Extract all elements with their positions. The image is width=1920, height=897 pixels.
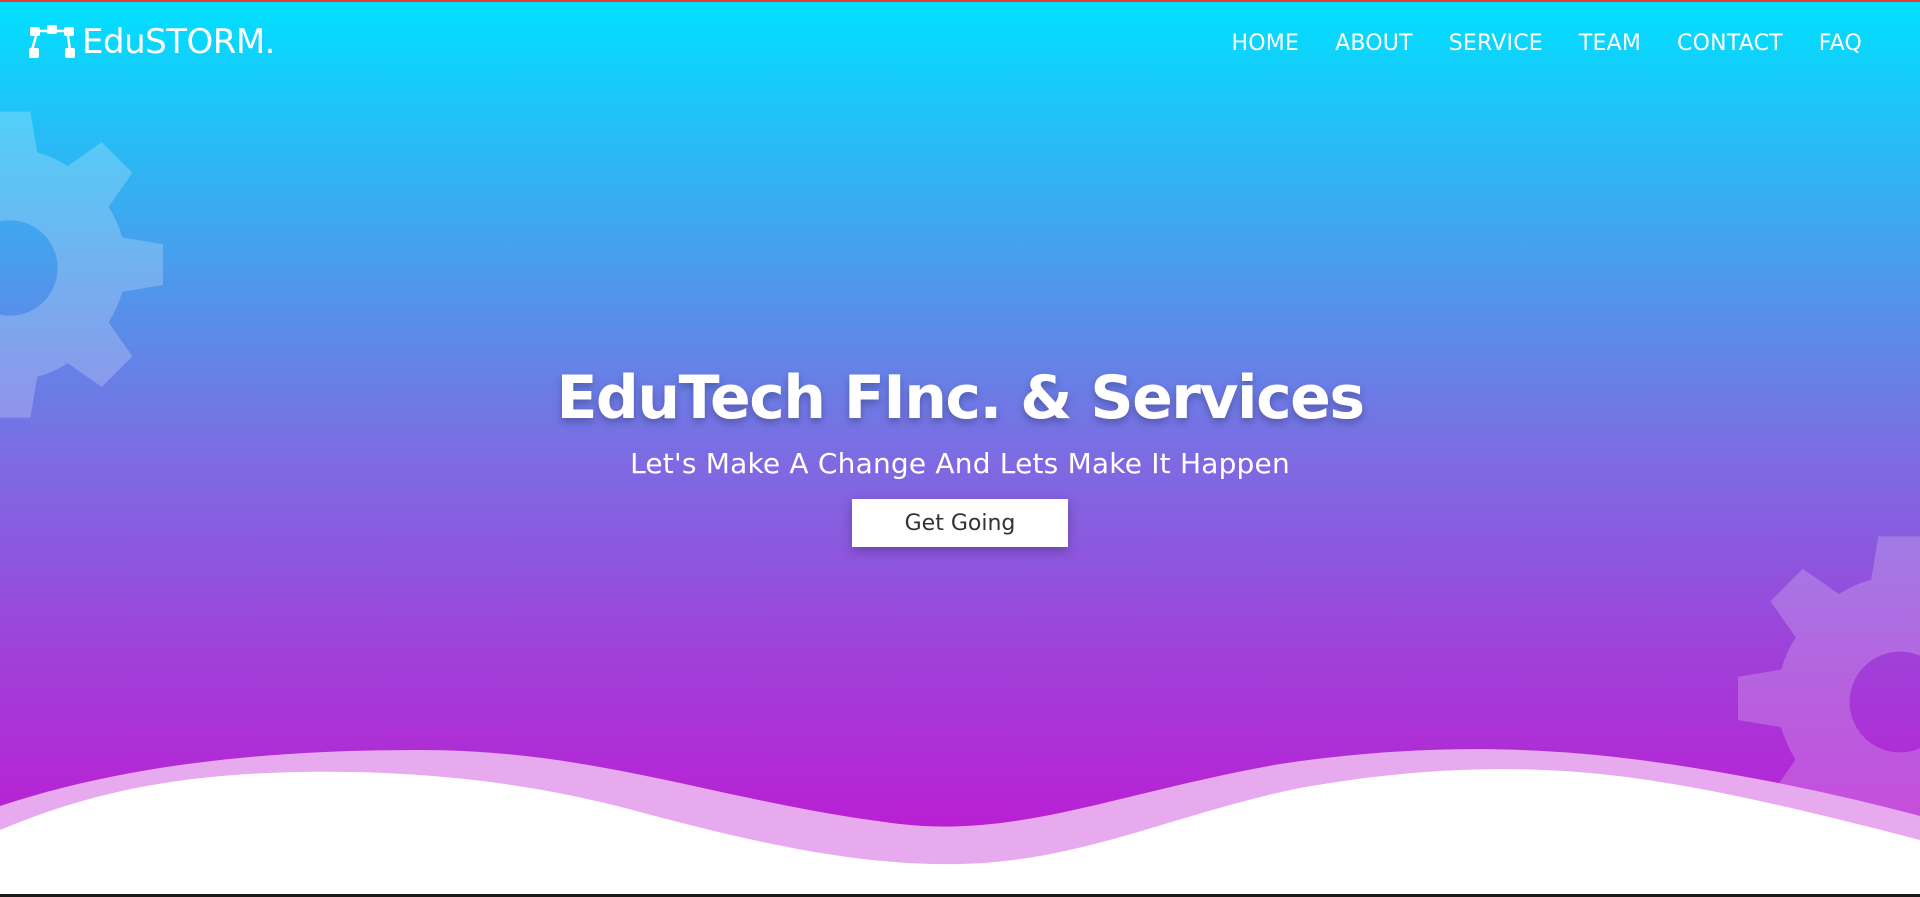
landing-page: EduSTORM. HOME ABOUT SERVICE TEAM CONTAC… xyxy=(0,0,1920,894)
brand-logo-link[interactable]: EduSTORM. xyxy=(28,20,276,64)
main-nav: HOME ABOUT SERVICE TEAM CONTACT FAQ xyxy=(1214,28,1880,60)
navbar: EduSTORM. HOME ABOUT SERVICE TEAM CONTAC… xyxy=(0,2,1920,86)
nav-item-team[interactable]: TEAM xyxy=(1561,28,1659,60)
nav-item-home[interactable]: HOME xyxy=(1214,28,1318,60)
nav-item-faq[interactable]: FAQ xyxy=(1801,28,1880,60)
brand-name: EduSTORM. xyxy=(82,22,276,62)
top-accent-line xyxy=(0,0,1920,2)
hero-bottom-wave xyxy=(0,749,1920,894)
nav-item-service[interactable]: SERVICE xyxy=(1431,28,1561,60)
nav-item-contact[interactable]: CONTACT xyxy=(1659,28,1801,60)
get-going-button[interactable]: Get Going xyxy=(852,499,1068,547)
sitemap-icon xyxy=(29,25,75,58)
hero-section: EduSTORM. HOME ABOUT SERVICE TEAM CONTAC… xyxy=(0,2,1920,894)
nav-item-about[interactable]: ABOUT xyxy=(1317,28,1431,60)
hero-title: EduTech FInc. & Services xyxy=(556,363,1365,433)
hero-subtitle: Let's Make A Change And Lets Make It Hap… xyxy=(630,447,1290,480)
